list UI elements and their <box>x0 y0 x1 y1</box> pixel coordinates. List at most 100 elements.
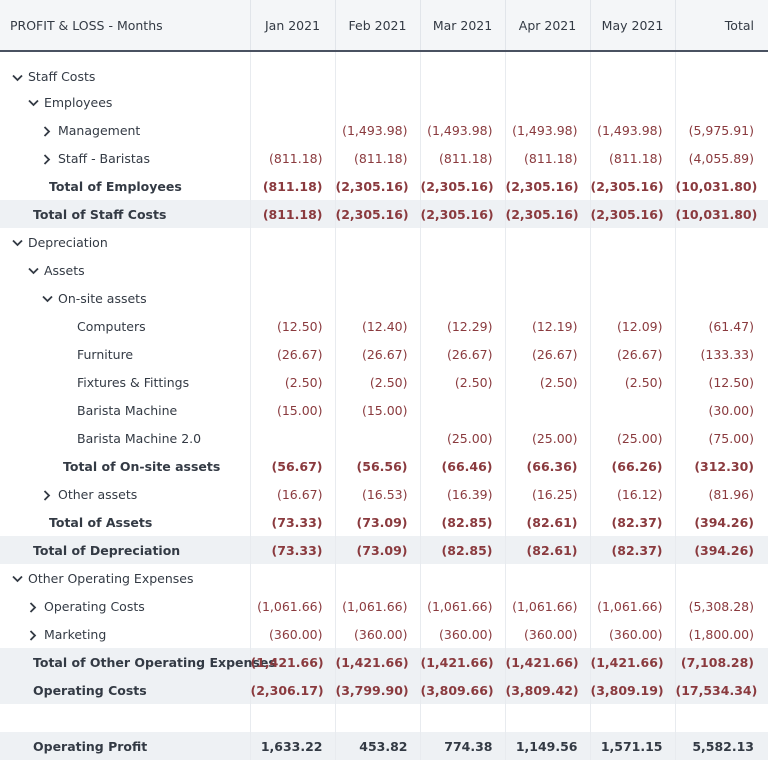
month-value-cell: (2,305.16) <box>505 200 591 228</box>
row-label-cell[interactable]: Staff Costs <box>0 51 251 88</box>
month-value-cell <box>590 564 676 592</box>
profit-loss-table: PROFIT & LOSS - Months Jan 2021 Feb 2021… <box>0 0 768 760</box>
total-cell: (7,108.28) <box>675 648 768 676</box>
row-label: Total of Staff Costs <box>33 206 167 222</box>
chevron-right-icon[interactable] <box>40 151 54 166</box>
month-value-cell <box>420 396 506 424</box>
row-label: Barista Machine 2.0 <box>77 430 202 446</box>
row-label-cell[interactable]: Marketing <box>0 620 251 648</box>
row-label-cell: Barista Machine 2.0 <box>0 424 251 452</box>
month-value-cell: 1,633.22 <box>250 732 336 760</box>
chevron-down-icon[interactable] <box>26 95 40 110</box>
month-value-cell <box>250 116 336 144</box>
month-value-cell: (1,421.66) <box>505 648 591 676</box>
row-label: Operating Costs <box>33 682 147 698</box>
chevron-down-icon[interactable] <box>26 263 40 278</box>
column-header-month[interactable]: Mar 2021 <box>420 0 506 52</box>
month-value-cell <box>505 256 591 284</box>
chevron-down-icon[interactable] <box>10 235 24 250</box>
month-value-cell <box>250 88 336 116</box>
report-row: Barista Machine 2.0 (25.00) (25.00) (25.00)… <box>0 424 768 452</box>
month-value-cell: (1,493.98) <box>590 116 676 144</box>
month-value-cell <box>335 424 421 452</box>
row-label-cell[interactable]: Other assets <box>0 480 251 508</box>
report-row: Total of Employees (811.18) (2,305.16) (2,3… <box>0 172 768 200</box>
spacer-row <box>0 704 768 732</box>
report-row[interactable]: On-site assets <box>0 284 768 312</box>
row-label-cell[interactable]: Staff - Baristas <box>0 144 251 172</box>
total-cell: (312.30) <box>694 458 754 474</box>
month-value-cell: (82.61) <box>505 508 591 536</box>
report-row[interactable]: Staff Costs <box>0 51 768 88</box>
chevron-right-icon[interactable] <box>40 487 54 502</box>
report-row[interactable]: Employees <box>0 88 768 116</box>
month-value-cell <box>505 228 591 256</box>
month-value-cell <box>250 704 336 732</box>
report-row: Barista Machine (15.00) (15.00) (30.00) <box>0 396 768 424</box>
month-value-cell: (2,306.17) <box>250 676 336 704</box>
report-row[interactable]: Staff - Baristas (811.18) (811.18) (811.18)… <box>0 144 768 172</box>
report-row[interactable]: Other Operating Expenses <box>0 564 768 592</box>
month-value-cell <box>420 51 506 88</box>
row-label: Management <box>57 122 141 138</box>
month-value-cell <box>250 256 336 284</box>
report-row[interactable]: Management (1,493.98) (1,493.98) (1,493.98)… <box>0 116 768 144</box>
row-label: Computers <box>77 318 146 334</box>
month-value-cell: (360.00) <box>250 620 336 648</box>
month-value-cell: (1,061.66) <box>590 592 676 620</box>
row-label-cell[interactable]: On-site assets <box>0 284 251 312</box>
row-label: Employees <box>43 94 113 110</box>
chevron-right-icon[interactable] <box>26 599 40 614</box>
month-value-cell: (811.18) <box>335 144 421 172</box>
month-value-cell: (82.85) <box>420 508 506 536</box>
chevron-right-icon[interactable] <box>26 627 40 642</box>
report-row[interactable]: Depreciation <box>0 228 768 256</box>
month-value-cell: (73.09) <box>335 536 421 564</box>
row-label-cell[interactable]: Depreciation <box>0 228 251 256</box>
row-label-cell[interactable]: Assets <box>0 256 251 284</box>
total-cell: 5,582.13 <box>675 732 768 760</box>
row-label: Total of Employees <box>49 178 182 194</box>
month-value-cell: (2.50) <box>335 368 421 396</box>
total-cell: (61.47) <box>708 318 754 334</box>
chevron-right-icon[interactable] <box>40 123 54 138</box>
month-value-cell <box>505 284 591 312</box>
row-label-cell[interactable]: Other Operating Expenses <box>0 564 251 592</box>
row-label-cell[interactable]: Management <box>0 116 251 144</box>
month-value-cell: (15.00) <box>250 396 336 424</box>
row-label: Total of Other Operating Expenses <box>33 654 276 670</box>
total-cell <box>675 704 768 732</box>
month-value-cell <box>335 88 421 116</box>
row-label-cell: Total of Depreciation <box>0 536 251 564</box>
column-header-month[interactable]: Jan 2021 <box>250 0 336 52</box>
month-value-cell: (26.67) <box>505 340 591 368</box>
column-header-month[interactable]: May 2021 <box>590 0 676 52</box>
month-value-cell <box>505 396 591 424</box>
month-value-cell: (1,421.66) <box>420 648 506 676</box>
column-header-month[interactable]: Apr 2021 <box>505 0 591 52</box>
report-row: Total of Depreciation (73.33) (73.09) (82.8… <box>0 536 768 564</box>
report-row[interactable]: Assets <box>0 256 768 284</box>
chevron-down-icon[interactable] <box>10 69 24 84</box>
row-label-cell: Total of Other Operating Expenses <box>0 648 276 676</box>
month-value-cell <box>420 228 506 256</box>
chevron-down-icon[interactable] <box>10 571 24 586</box>
column-header-month[interactable]: Feb 2021 <box>335 0 421 52</box>
month-value-cell <box>420 564 506 592</box>
row-label-cell[interactable]: Employees <box>0 88 251 116</box>
total-cell: (17,534.34) <box>675 676 768 704</box>
row-label-cell[interactable]: Operating Costs <box>0 592 251 620</box>
month-value-cell: (2.50) <box>590 368 676 396</box>
total-cell <box>675 564 768 592</box>
report-row[interactable]: Other assets (16.67) (16.53) (16.39) (16.25)… <box>0 480 768 508</box>
row-label-cell: Total of Assets <box>0 508 251 536</box>
column-header-total[interactable]: Total <box>675 0 768 52</box>
month-value-cell: (25.00) <box>505 424 591 452</box>
month-value-cell: (811.18) <box>250 200 336 228</box>
report-row[interactable]: Operating Costs (1,061.66) (1,061.66) (1,06… <box>0 592 768 620</box>
report-row: Operating Profit 1,633.22 453.82 774.38 1,14… <box>0 732 768 760</box>
chevron-down-icon[interactable] <box>40 291 54 306</box>
report-row[interactable]: Marketing (360.00) (360.00) (360.00) (360.00… <box>0 620 768 648</box>
row-label: Total of Depreciation <box>33 542 181 558</box>
month-value-cell: (2,305.16) <box>590 172 676 200</box>
